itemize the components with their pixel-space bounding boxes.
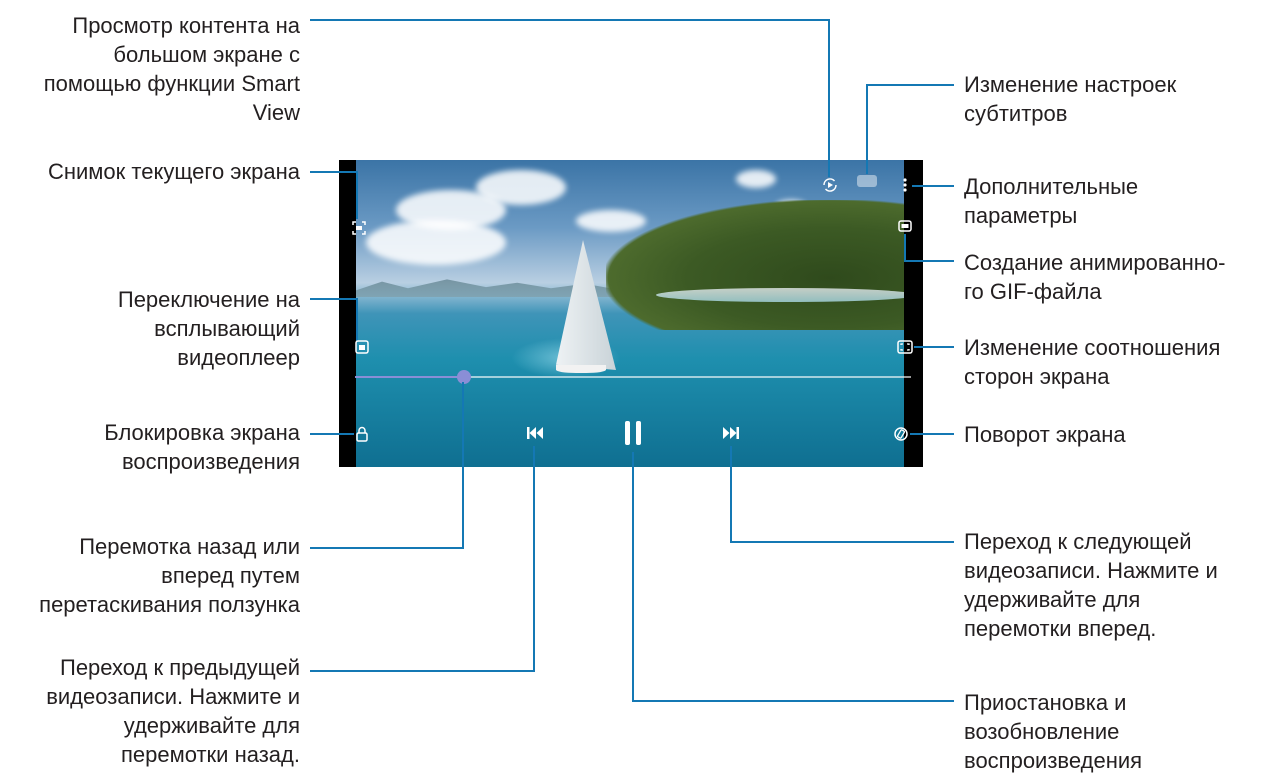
callout-seek <box>310 547 464 549</box>
popup-player-icon[interactable] <box>354 339 370 355</box>
callout-popup-player <box>310 298 358 300</box>
subtitle-icon[interactable] <box>856 174 878 188</box>
callout-aspect-ratio <box>914 346 954 348</box>
label-pause: Приостановка и возобновление воспроизвед… <box>964 690 1143 773</box>
previous-icon[interactable] <box>524 424 546 442</box>
gif-icon[interactable] <box>896 218 914 234</box>
callout-subtitles <box>866 84 954 86</box>
label-smart-view: Просмотр контента на большом экране с по… <box>43 13 300 125</box>
label-rotate: Поворот экрана <box>964 422 1126 447</box>
smart-view-icon[interactable] <box>821 176 839 194</box>
rotate-icon[interactable] <box>891 424 911 444</box>
callout-smart-view <box>310 19 830 21</box>
callout-screenshot <box>310 171 358 173</box>
label-subtitles: Изменение настроек субтитров <box>964 72 1177 126</box>
callout-pause <box>632 452 634 702</box>
label-next: Переход к следующей видеозаписи. Нажмите… <box>964 529 1218 641</box>
label-gif: Создание анимированно- го GIF-файла <box>964 250 1226 304</box>
label-screenshot: Снимок текущего экрана <box>47 159 300 184</box>
next-icon[interactable] <box>720 424 742 442</box>
seek-progress <box>355 376 464 378</box>
aspect-ratio-icon[interactable] <box>895 338 915 356</box>
callout-lock <box>310 433 354 435</box>
callout-rotate <box>910 433 954 435</box>
label-previous: Переход к предыдущей видеозаписи. Нажмит… <box>46 655 300 767</box>
pause-icon[interactable] <box>620 418 646 448</box>
callout-more-options <box>912 185 954 187</box>
callout-previous <box>310 670 535 672</box>
label-popup-player: Переключение на всплывающий видеоплеер <box>117 287 300 370</box>
seek-bar[interactable] <box>355 370 911 384</box>
callout-gif <box>904 234 906 262</box>
label-more-options: Дополнительные параметры <box>964 174 1139 228</box>
label-lock-screen: Блокировка экрана воспроизведения <box>104 420 300 474</box>
more-options-icon[interactable] <box>899 176 911 194</box>
label-aspect-ratio: Изменение соотношения сторон экрана <box>964 335 1221 389</box>
screenshot-icon[interactable] <box>350 219 368 237</box>
callout-next <box>730 446 732 543</box>
label-seek: Перемотка назад или вперед путем перетас… <box>39 534 300 617</box>
lock-icon[interactable] <box>354 425 370 443</box>
